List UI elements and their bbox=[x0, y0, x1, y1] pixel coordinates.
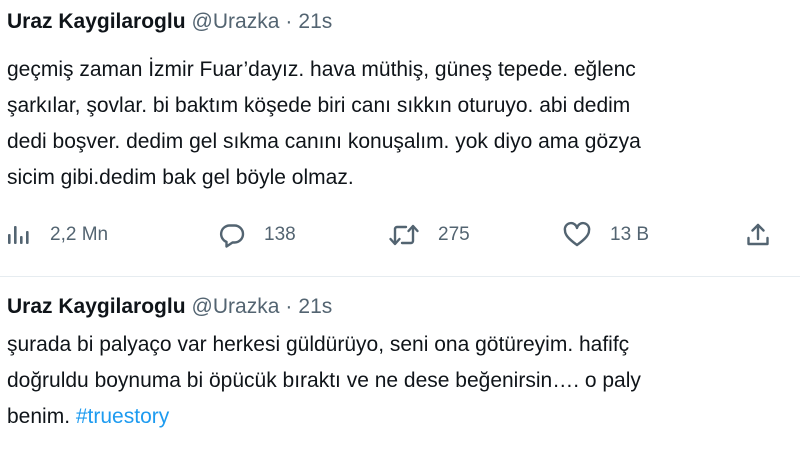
author-handle[interactable]: @Urazka bbox=[192, 10, 280, 33]
share-icon bbox=[744, 221, 772, 249]
reply-button[interactable]: 138 bbox=[218, 215, 296, 255]
views-count: 2,2 Mn bbox=[50, 224, 109, 245]
author-name[interactable]: Uraz Kaygilaroglu bbox=[7, 295, 186, 318]
tweet-divider bbox=[0, 276, 800, 277]
tweet[interactable]: Uraz Kaygilaroglu @Urazka · 21s geçmiş zama… bbox=[0, 0, 800, 272]
hashtag-link[interactable]: #truestory bbox=[76, 405, 169, 428]
tweet-text-line: doğruldu boynuma bi öpücük bıraktı ve ne… bbox=[7, 369, 641, 392]
tweet-action-bar: 2,2 Mn 138 275 13 B bbox=[0, 215, 800, 255]
views-chart-icon bbox=[6, 222, 32, 248]
tweet-text-line: şurada bi palyaço var herkesi güldürüyo,… bbox=[7, 333, 630, 356]
tweet-text: şurada bi palyaço var herkesi güldürüyo,… bbox=[7, 327, 641, 435]
tweet-text-line: sicim gibi.dedim bak gel böyle olmaz. bbox=[7, 166, 354, 189]
like-count: 13 B bbox=[610, 224, 650, 245]
like-button[interactable]: 13 B bbox=[562, 215, 649, 255]
retweet-count: 275 bbox=[438, 224, 470, 245]
separator-dot: · bbox=[285, 10, 293, 33]
tweet-text-line: şarkılar, şovlar. bi baktım köşede biri … bbox=[7, 94, 631, 117]
views-button[interactable]: 2,2 Mn bbox=[6, 215, 108, 255]
heart-icon bbox=[562, 221, 592, 249]
reply-bubble-icon bbox=[218, 221, 246, 249]
reply-count: 138 bbox=[264, 224, 296, 245]
tweet-text: geçmiş zaman İzmir Fuar’dayız. hava müth… bbox=[7, 52, 641, 196]
tweet-timestamp[interactable]: 21s bbox=[298, 10, 332, 33]
tweet-header: Uraz Kaygilaroglu @Urazka · 21s bbox=[7, 8, 332, 36]
separator-dot: · bbox=[285, 295, 293, 318]
author-handle[interactable]: @Urazka bbox=[192, 295, 280, 318]
tweet[interactable]: Uraz Kaygilaroglu @Urazka · 21s şurada bi p… bbox=[0, 285, 800, 450]
share-button[interactable] bbox=[744, 215, 772, 255]
tweet-text-fragment: benim. bbox=[7, 405, 71, 428]
tweet-text-line: benim. #truestory bbox=[7, 399, 641, 435]
retweet-icon bbox=[388, 221, 420, 249]
tweet-text-line: dedi boşver. dedim gel sıkma canını konu… bbox=[7, 130, 641, 153]
retweet-button[interactable]: 275 bbox=[388, 215, 470, 255]
author-name[interactable]: Uraz Kaygilaroglu bbox=[7, 10, 186, 33]
tweet-header: Uraz Kaygilaroglu @Urazka · 21s bbox=[7, 293, 332, 321]
tweet-timestamp[interactable]: 21s bbox=[298, 295, 332, 318]
tweet-text-line: geçmiş zaman İzmir Fuar’dayız. hava müth… bbox=[7, 58, 636, 81]
